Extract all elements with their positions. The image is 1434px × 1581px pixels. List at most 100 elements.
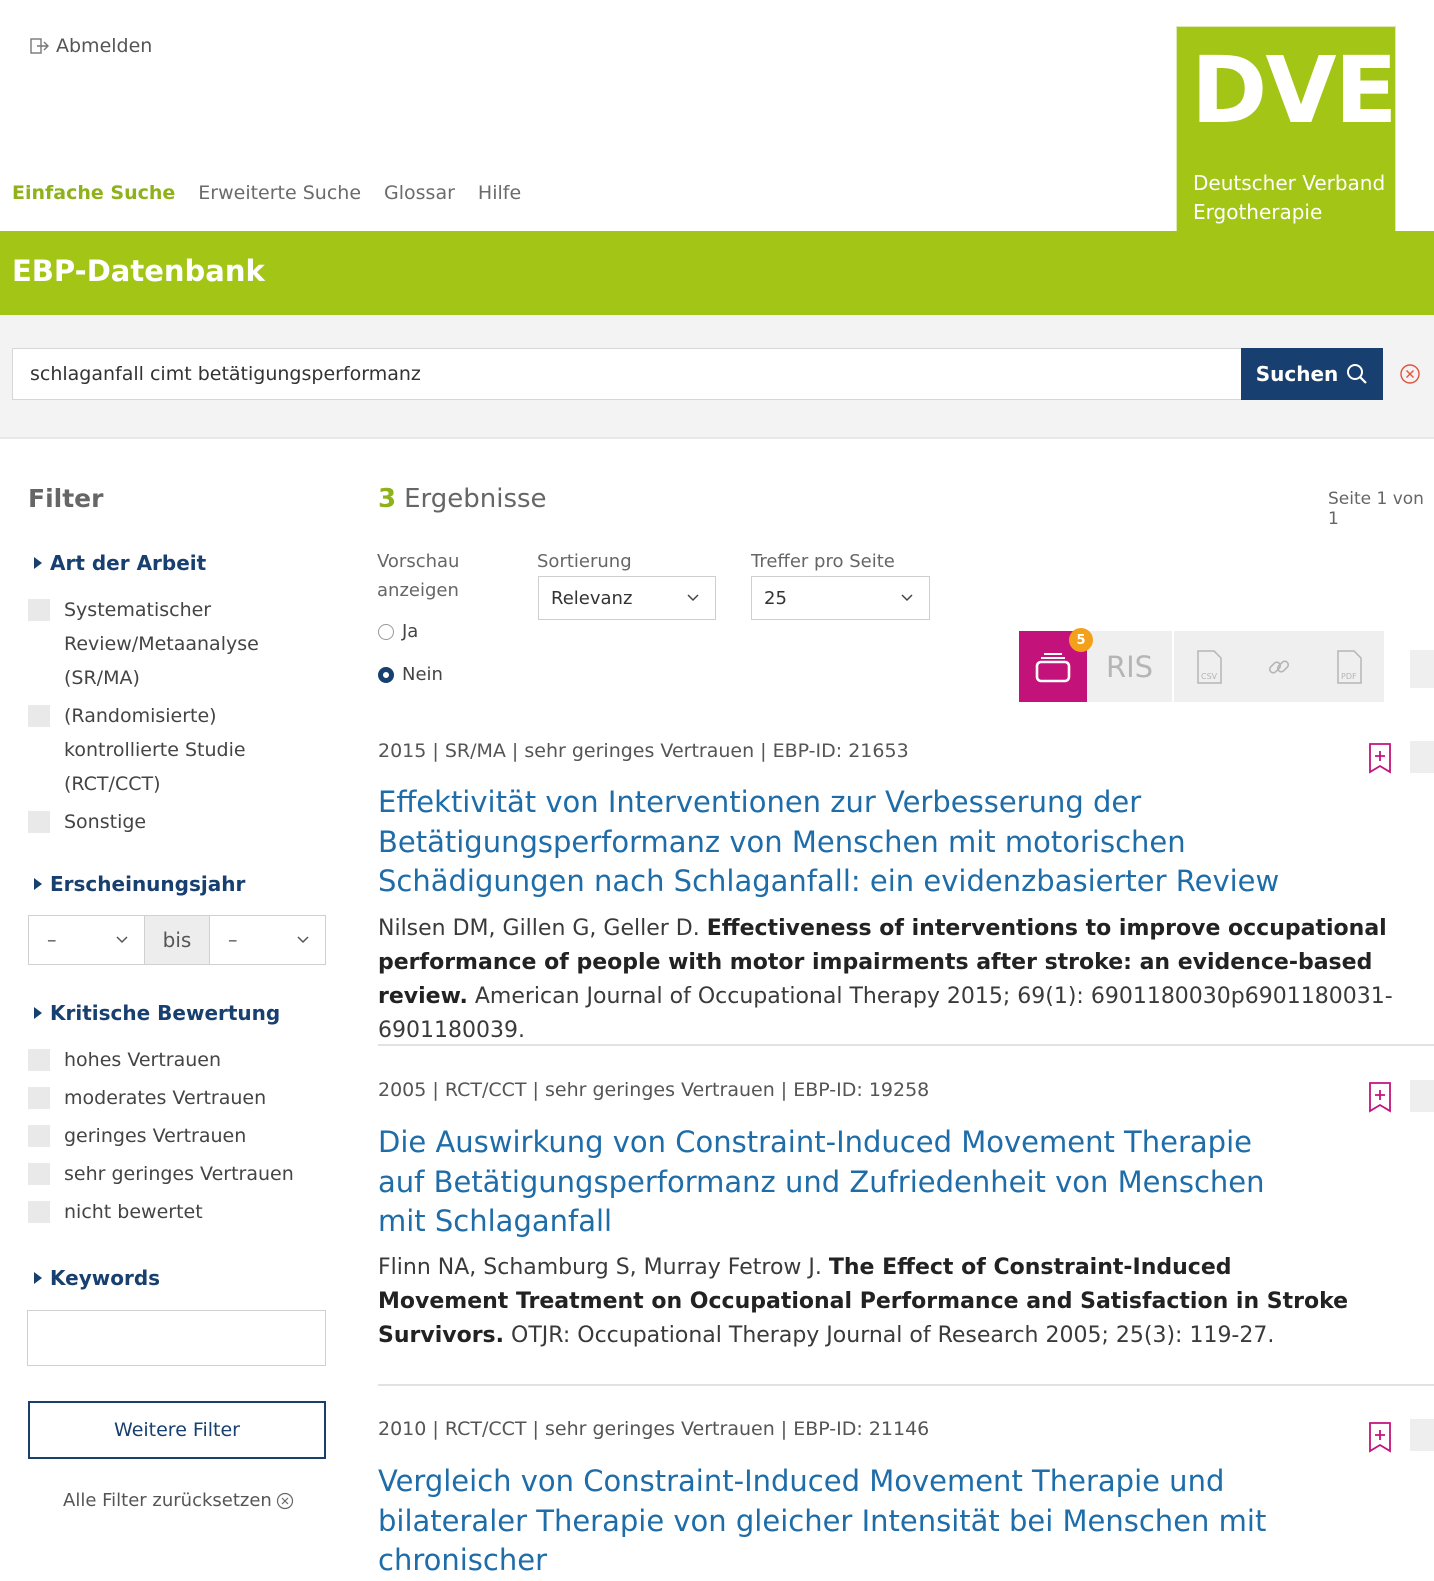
- clear-search-icon[interactable]: [1399, 363, 1421, 385]
- checkbox-box[interactable]: [28, 599, 50, 621]
- checkbox-geringes[interactable]: geringes Vertrauen: [28, 1119, 318, 1153]
- checkbox-moderates[interactable]: moderates Vertrauen: [28, 1081, 318, 1115]
- checkbox-sr-ma[interactable]: Systematischer Review/Metaanalyse (SR/MA…: [28, 593, 288, 695]
- preview-label: Vorschau anzeigen: [377, 551, 460, 601]
- checkbox-label: (Randomisierte) kontrollierte Studie (RC…: [64, 705, 246, 795]
- per-page-select[interactable]: 25: [751, 576, 930, 620]
- reset-filters-link[interactable]: Alle Filter zurücksetzen: [63, 1490, 294, 1511]
- filter-bewertung-toggle[interactable]: Kritische Bewertung: [34, 1001, 280, 1025]
- year-from-select[interactable]: –: [29, 916, 144, 964]
- search-button[interactable]: Suchen: [1241, 348, 1383, 400]
- citation-authors: Flinn NA, Schamburg S, Murray Fetrow J.: [378, 1255, 822, 1280]
- preview-radio-nein[interactable]: Nein: [378, 664, 443, 685]
- result-divider: [378, 1384, 1434, 1386]
- nav-hilfe[interactable]: Hilfe: [478, 182, 521, 204]
- checkbox-box[interactable]: [28, 1125, 50, 1147]
- logo-line-1: Deutscher Verband: [1193, 171, 1386, 195]
- result-title-link[interactable]: Vergleich von Constraint-Induced Movemen…: [378, 1462, 1338, 1581]
- checkbox-box[interactable]: [28, 811, 50, 833]
- filter-art-options: Systematischer Review/Metaanalyse (SR/MA…: [28, 593, 288, 839]
- result-title-link[interactable]: Die Auswirkung von Constraint-Induced Mo…: [378, 1123, 1278, 1242]
- export-ris-button[interactable]: RIS: [1087, 631, 1172, 702]
- radio-circle[interactable]: [378, 623, 394, 640]
- year-bis-label: bis: [144, 916, 210, 964]
- sort-value: Relevanz: [551, 587, 633, 609]
- nav-erweiterte-suche[interactable]: Erweiterte Suche: [198, 182, 361, 204]
- checkbox-sonstige[interactable]: Sonstige: [28, 805, 288, 839]
- pdf-file-icon: PDF: [1337, 649, 1362, 684]
- checkbox-sehr-geringes[interactable]: sehr geringes Vertrauen: [28, 1157, 318, 1191]
- checkbox-box[interactable]: [28, 1087, 50, 1109]
- filter-art-toggle[interactable]: Art der Arbeit: [34, 551, 206, 575]
- filter-title: Filter: [28, 484, 104, 513]
- year-from-value: –: [47, 929, 57, 951]
- csv-file-icon: CSV: [1197, 649, 1222, 684]
- checkbox-label: Sonstige: [64, 811, 147, 833]
- reset-filters-label: Alle Filter zurücksetzen: [63, 1490, 272, 1511]
- link-icon: [1268, 659, 1290, 674]
- triangle-right-icon: [34, 1272, 42, 1284]
- radio-circle-selected[interactable]: [378, 666, 394, 683]
- keywords-input[interactable]: [27, 1310, 326, 1366]
- checkbox-nicht-bewertet[interactable]: nicht bewertet: [28, 1195, 318, 1229]
- merkliste-button[interactable]: 5: [1019, 628, 1093, 702]
- checkbox-label: geringes Vertrauen: [64, 1125, 247, 1147]
- search-bar: schlaganfall cimt betätigungsperformanz …: [0, 315, 1434, 439]
- logo-subtitle: Deutscher Verband Ergotherapie: [1193, 169, 1385, 227]
- result-title-link[interactable]: Effektivität von Interventionen zur Verb…: [378, 783, 1378, 902]
- triangle-right-icon: [34, 878, 42, 890]
- filter-jahr-label: Erscheinungsjahr: [50, 872, 246, 896]
- checkbox-box[interactable]: [28, 1049, 50, 1071]
- result-count-number: 3: [378, 484, 397, 514]
- triangle-right-icon: [34, 557, 42, 569]
- bookmark-plus-icon[interactable]: [1368, 1421, 1392, 1453]
- search-button-label: Suchen: [1255, 362, 1339, 386]
- checkbox-box[interactable]: [28, 705, 50, 727]
- result-select-square[interactable]: [1410, 1419, 1434, 1451]
- filter-bewertung-options: hohes Vertrauen moderates Vertrauen geri…: [28, 1043, 318, 1229]
- nav-glossar[interactable]: Glossar: [384, 182, 455, 204]
- title-banner: EBP-Datenbank: [0, 231, 1434, 315]
- result-select-square[interactable]: [1410, 741, 1434, 773]
- checkbox-box[interactable]: [28, 1201, 50, 1223]
- export-csv-button[interactable]: CSV: [1174, 631, 1244, 702]
- result-count-label: Ergebnisse: [404, 484, 547, 514]
- share-link-button[interactable]: [1244, 631, 1314, 702]
- filter-keywords-toggle[interactable]: Keywords: [34, 1266, 160, 1290]
- year-to-select[interactable]: –: [210, 916, 325, 964]
- chevron-down-icon: [687, 594, 699, 602]
- main-nav: Einfache Suche Erweiterte Suche Glossar …: [12, 182, 521, 204]
- export-toolbar: 5 RIS CSV PDF: [1019, 628, 1384, 702]
- more-filters-button[interactable]: Weitere Filter: [28, 1401, 326, 1459]
- preview-radio-ja[interactable]: Ja: [378, 621, 418, 642]
- search-icon: [1347, 364, 1368, 384]
- bookmark-plus-icon[interactable]: [1368, 742, 1392, 774]
- result-meta: 2010 | RCT/CCT | sehr geringes Vertrauen…: [378, 1418, 930, 1440]
- checkbox-label: sehr geringes Vertrauen: [64, 1163, 294, 1185]
- per-page-value: 25: [764, 587, 787, 609]
- result-select-square[interactable]: [1410, 1080, 1434, 1112]
- result-meta: 2005 | RCT/CCT | sehr geringes Vertrauen…: [378, 1079, 930, 1101]
- export-pdf-button[interactable]: PDF: [1314, 631, 1384, 702]
- logout-icon: [30, 38, 49, 54]
- filter-keywords-label: Keywords: [50, 1266, 161, 1290]
- logo-line-2: Ergotherapie: [1193, 200, 1323, 224]
- checkbox-hohes[interactable]: hohes Vertrauen: [28, 1043, 318, 1077]
- logo-dve-text: DVE: [1191, 37, 1397, 144]
- cart-count-badge: 5: [1069, 628, 1093, 652]
- search-input[interactable]: schlaganfall cimt betätigungsperformanz: [12, 348, 1241, 400]
- page-info: Seite 1 von 1: [1328, 489, 1424, 529]
- bookmark-plus-icon[interactable]: [1368, 1081, 1392, 1113]
- dve-logo[interactable]: DVE Deutscher Verband Ergotherapie: [1176, 26, 1397, 241]
- sort-select[interactable]: Relevanz: [538, 576, 716, 620]
- filter-bewertung-label: Kritische Bewertung: [50, 1001, 281, 1025]
- checkbox-rct-cct[interactable]: (Randomisierte) kontrollierte Studie (RC…: [28, 699, 288, 801]
- filter-jahr-toggle[interactable]: Erscheinungsjahr: [34, 872, 245, 896]
- checkbox-label: moderates Vertrauen: [64, 1087, 267, 1109]
- logout-link[interactable]: Abmelden: [30, 35, 152, 57]
- citation-source: American Journal of Occupational Therapy…: [378, 984, 1393, 1043]
- triangle-right-icon: [34, 1007, 42, 1019]
- checkbox-box[interactable]: [28, 1163, 50, 1185]
- nav-einfache-suche[interactable]: Einfache Suche: [12, 182, 175, 204]
- chevron-down-icon: [901, 594, 913, 602]
